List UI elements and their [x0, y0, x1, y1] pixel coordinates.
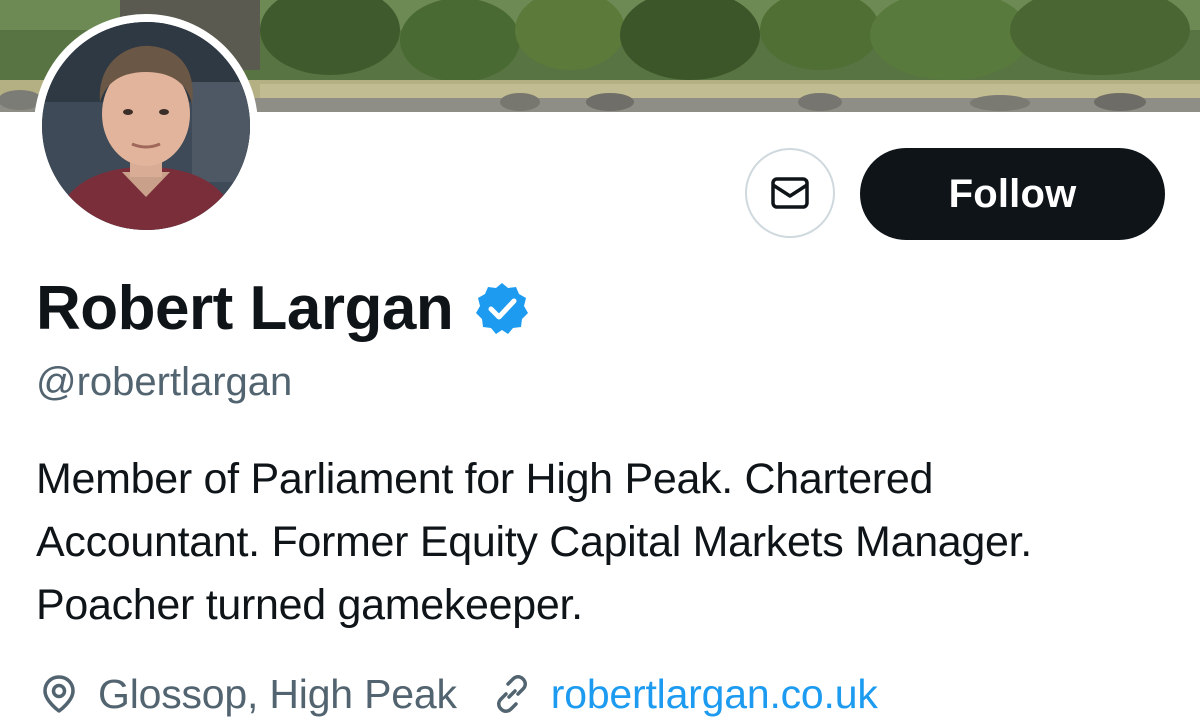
envelope-icon — [771, 177, 809, 209]
bio-line: Member of Parliament for High Peak. Char… — [36, 455, 934, 503]
link-icon — [496, 675, 527, 713]
profile-meta-row: Glossop, High Peak robertlargan.co.uk — [38, 665, 878, 723]
verified-badge-icon[interactable] — [475, 281, 529, 335]
display-name: Robert Largan — [36, 273, 454, 343]
location-pin-icon — [43, 675, 75, 713]
profile-website-link[interactable]: robertlargan.co.uk — [551, 671, 878, 718]
profile-bio: Member of Parliament for High Peak. Char… — [36, 448, 1186, 637]
bio-line: Accountant. Former Equity Capital Market… — [36, 518, 1032, 566]
profile-header: Follow Robert Largan @robertlargan Membe… — [0, 0, 1200, 726]
name-row: Robert Largan — [36, 270, 529, 346]
message-button[interactable] — [745, 148, 835, 238]
follow-button[interactable]: Follow — [860, 148, 1165, 240]
avatar[interactable] — [42, 22, 250, 230]
user-handle: @robertlargan — [36, 360, 293, 404]
bio-line: Poacher turned gamekeeper. — [36, 581, 583, 629]
profile-location: Glossop, High Peak — [98, 670, 457, 717]
